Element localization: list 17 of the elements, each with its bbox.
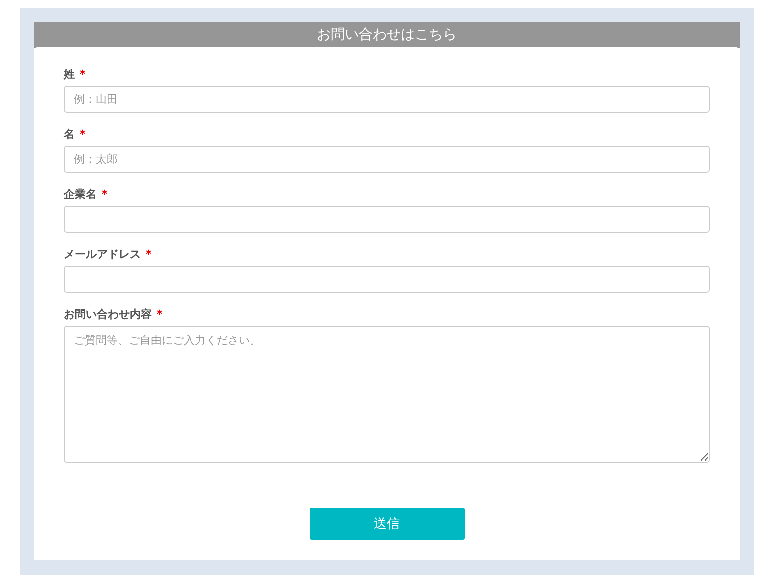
required-mark: * — [80, 128, 86, 140]
field-label: 姓 — [64, 66, 75, 82]
input-field[interactable] — [64, 206, 710, 233]
required-mark: * — [102, 188, 108, 200]
required-mark: * — [146, 248, 152, 260]
input-field[interactable] — [64, 266, 710, 293]
input-field[interactable]: 例：太郎 — [64, 146, 710, 173]
form-title: お問い合わせはこちら — [34, 22, 740, 48]
field-label: 企業名 — [64, 186, 97, 202]
field-label: お問い合わせ内容 — [64, 306, 152, 322]
required-mark: * — [157, 308, 163, 320]
field-label: メールアドレス — [64, 246, 141, 262]
input-field[interactable]: 例：山田 — [64, 86, 710, 113]
required-mark: * — [80, 68, 86, 80]
submit-button[interactable]: 送信 — [310, 508, 464, 540]
message-field[interactable]: ご質問等、ご自由にご入力ください。 — [64, 326, 710, 463]
field-label: 名 — [64, 126, 75, 142]
